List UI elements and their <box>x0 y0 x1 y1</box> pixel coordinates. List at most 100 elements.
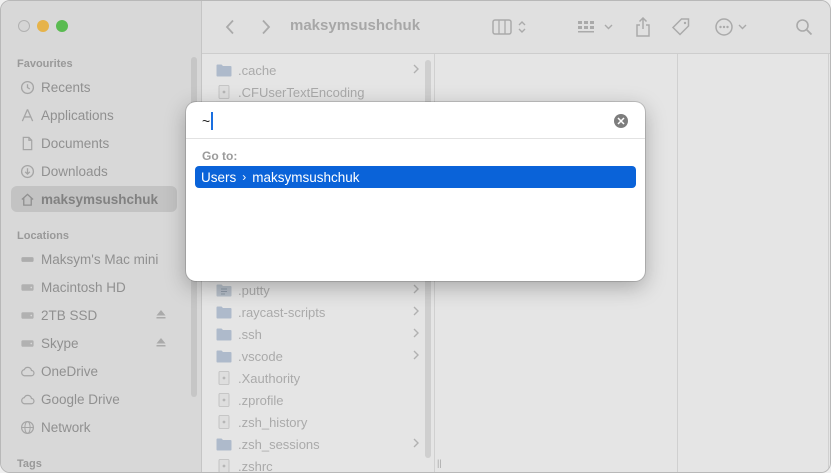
path-separator: › <box>242 170 247 184</box>
file-row[interactable]: .ssh <box>216 323 420 345</box>
sidebar-item-applications[interactable]: Applications <box>11 102 177 128</box>
drive-icon <box>19 307 35 323</box>
file-row[interactable]: .CFUserTextEncoding <box>216 81 420 103</box>
file-row[interactable]: .Xauthority <box>216 367 420 389</box>
file-name: .vscode <box>238 348 283 364</box>
file-name: .cache <box>238 62 277 78</box>
file-icon <box>218 371 230 385</box>
file-row[interactable]: .zsh_sessions <box>216 433 420 455</box>
view-mode-button[interactable] <box>492 15 532 39</box>
forward-button[interactable] <box>256 15 276 39</box>
file-name: .Xauthority <box>238 370 301 386</box>
chevron-right-icon <box>413 284 419 294</box>
drive-icon <box>19 335 35 351</box>
maximize-window-button[interactable] <box>56 20 68 32</box>
grid-icon <box>578 21 613 33</box>
group-button[interactable] <box>577 15 615 39</box>
toolbar: maksymsushchuk <box>202 1 830 54</box>
back-button[interactable] <box>220 15 240 39</box>
chevron-right-icon <box>413 306 419 316</box>
traffic-lights <box>18 20 68 32</box>
file-icon <box>218 415 230 429</box>
chevron-right-icon <box>413 328 419 338</box>
applications-icon <box>19 107 35 123</box>
sidebar-item-label: 2TB SSD <box>41 307 98 323</box>
file-row[interactable]: .zprofile <box>216 389 420 411</box>
sidebar-item-label: Documents <box>41 135 110 151</box>
tag-icon <box>671 18 690 36</box>
file-row[interactable]: .vscode <box>216 345 420 367</box>
chevron-right-icon <box>413 350 419 360</box>
globe-icon <box>19 419 35 435</box>
folder-icon <box>216 438 232 451</box>
text-caret <box>211 112 213 130</box>
sidebar-item-network[interactable]: Network <box>11 414 177 440</box>
path-segment-users: Users <box>201 169 237 185</box>
clear-input-button[interactable] <box>614 114 628 128</box>
clock-icon <box>19 79 35 95</box>
file-row[interactable]: .zshrc <box>216 455 420 473</box>
close-window-button[interactable] <box>18 20 30 32</box>
go-to-label: Go to: <box>202 149 238 163</box>
chevron-left-icon <box>225 19 234 35</box>
sidebar-item-mac-mini[interactable]: Maksym's Mac mini <box>11 246 177 272</box>
sidebar-item-downloads[interactable]: Downloads <box>11 158 177 184</box>
cloud-icon <box>19 391 35 407</box>
computer-icon <box>19 251 35 267</box>
file-row[interactable]: .cache <box>216 59 420 81</box>
window-title: maksymsushchuk <box>290 17 421 34</box>
eject-icon[interactable] <box>155 308 167 320</box>
file-row[interactable]: .putty <box>216 279 420 301</box>
cloud-icon <box>19 363 35 379</box>
search-button[interactable] <box>794 15 814 39</box>
sidebar-item-label: Macintosh HD <box>41 279 126 295</box>
sidebar-item-macintosh-hd[interactable]: Macintosh HD <box>11 274 177 300</box>
sidebar-item-label: Google Drive <box>41 391 120 407</box>
home-icon <box>19 191 35 207</box>
sidebar-item-label: Recents <box>41 79 91 95</box>
path-input[interactable] <box>202 111 602 131</box>
sidebar-item-skype[interactable]: Skype <box>11 330 177 356</box>
sidebar-item-label: Network <box>41 419 91 435</box>
file-icon <box>218 85 230 99</box>
file-row[interactable]: .zsh_history <box>216 411 420 433</box>
minimize-window-button[interactable] <box>37 20 49 32</box>
sidebar-item-onedrive[interactable]: OneDrive <box>11 358 177 384</box>
sidebar-item-google-drive[interactable]: Google Drive <box>11 386 177 412</box>
more-actions-button[interactable] <box>714 15 750 39</box>
search-icon <box>796 19 813 36</box>
go-to-folder-dialog: Go to: Users › maksymsushchuk <box>186 102 645 281</box>
folder-icon <box>216 328 232 341</box>
sidebar-item-home[interactable]: maksymsushchuk <box>11 186 177 212</box>
sidebar-section-locations: Locations <box>17 230 69 242</box>
file-name: .zsh_sessions <box>238 436 320 452</box>
path-suggestion[interactable]: Users › maksymsushchuk <box>195 166 636 188</box>
sidebar-item-recents[interactable]: Recents <box>11 74 177 100</box>
eject-icon[interactable] <box>155 336 167 348</box>
tags-button[interactable] <box>670 15 692 39</box>
chevron-right-icon <box>413 64 419 74</box>
sidebar-item-2tb-ssd[interactable]: 2TB SSD <box>11 302 177 328</box>
file-icon <box>218 393 230 407</box>
file-name: .putty <box>238 282 270 298</box>
sidebar-item-label: Maksym's Mac mini <box>41 251 159 267</box>
share-button[interactable] <box>633 15 653 39</box>
folder-icon <box>216 306 232 319</box>
sidebar-item-label: maksymsushchuk <box>41 191 159 207</box>
folder-icon <box>216 350 232 363</box>
file-name: .raycast-scripts <box>238 304 326 320</box>
file-row[interactable]: .raycast-scripts <box>216 301 420 323</box>
sidebar-section-tags: Tags <box>17 458 42 470</box>
ellipsis-circle-icon <box>715 18 747 36</box>
drive-icon <box>19 279 35 295</box>
sidebar-section-favourites: Favourites <box>17 58 73 70</box>
sidebar: Favourites Recents Applications Document… <box>1 1 202 472</box>
document-icon <box>19 135 35 151</box>
path-segment-home: maksymsushchuk <box>252 169 360 185</box>
file-name: .zshrc <box>238 458 273 473</box>
share-icon <box>636 17 650 37</box>
close-icon <box>617 117 625 125</box>
sidebar-item-label: Skype <box>41 335 79 351</box>
column-resize-handle[interactable]: || <box>437 458 442 468</box>
sidebar-item-documents[interactable]: Documents <box>11 130 177 156</box>
